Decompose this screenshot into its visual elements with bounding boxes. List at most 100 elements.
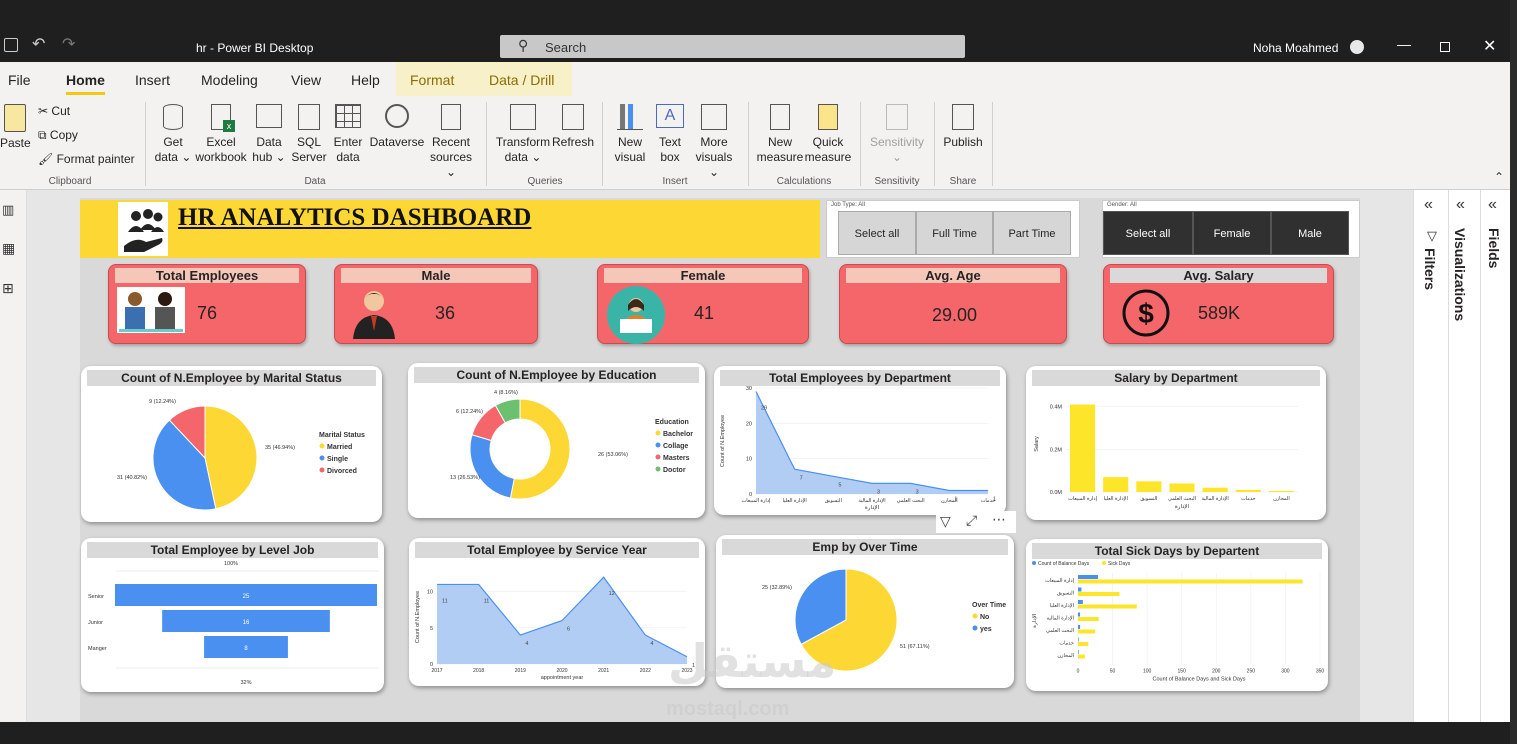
tick-label: 350: [1316, 669, 1325, 675]
card-sick-days[interactable]: Total Sick Days by Departent Count of Ba…: [1026, 539, 1328, 691]
fields-pane-label[interactable]: Fields: [1486, 228, 1502, 268]
group-calculations: Calculations: [776, 176, 832, 187]
user-name[interactable]: Noha Moahmed: [1253, 41, 1338, 55]
recent-icon: [441, 104, 461, 130]
gender-male-button[interactable]: Male: [1271, 211, 1349, 255]
quick-measure-label-1: Quick: [812, 135, 844, 149]
title-bar: ↶ ↷ hr - Power BI Desktop ⚲ Search Noha …: [0, 0, 1517, 62]
axis-label: Salary: [1034, 436, 1040, 452]
tick-label: البحث العلمي: [1168, 496, 1196, 502]
gender-female-button[interactable]: Female: [1193, 211, 1271, 255]
job-part-time-button[interactable]: Part Time: [993, 211, 1071, 255]
card-level[interactable]: Total Employee by Level Job 100% 25 Senior…: [81, 538, 384, 692]
menu-data-drill[interactable]: Data / Drill: [489, 72, 554, 88]
avatar-icon[interactable]: [1350, 40, 1364, 54]
group-clipboard: Clipboard: [48, 176, 92, 187]
tick-label: 200: [1212, 669, 1221, 675]
menu-modeling[interactable]: Modeling: [201, 72, 258, 88]
legend-marker: [1102, 561, 1106, 565]
axis-label: الإدارة: [865, 505, 880, 511]
menu-view[interactable]: View: [291, 72, 321, 88]
sql-server-button[interactable]: SQL Server: [290, 104, 328, 165]
category-label: Senior: [88, 594, 104, 600]
menu-help[interactable]: Help: [351, 72, 380, 88]
pie-slice-collage: [469, 434, 515, 499]
legend-marker: [972, 613, 978, 619]
transform-data-button[interactable]: Transform data ⌄: [494, 104, 552, 165]
kpi-avg-salary[interactable]: Avg. Salary $ 589K: [1103, 264, 1334, 344]
more-options-icon[interactable]: ⋯: [992, 511, 1006, 528]
tick-label: الإدارة العليا: [1104, 496, 1128, 502]
data-label: 25: [243, 594, 250, 600]
get-data-button[interactable]: Get data ⌄: [154, 104, 192, 165]
data-label: 9 (12.24%): [149, 399, 176, 405]
new-measure-button[interactable]: New measure: [756, 104, 804, 165]
tick-label: 50: [1110, 669, 1116, 675]
kpi-female[interactable]: Female 41: [597, 264, 809, 344]
card-education[interactable]: Count of N.Employee by Education 26 (53.…: [408, 363, 705, 518]
visualizations-pane-label[interactable]: Visualizations: [1452, 228, 1468, 321]
card-marital-status[interactable]: Count of N.Employee by Marital Status 35…: [81, 366, 382, 522]
sensitivity-button[interactable]: Sensitivity ⌄: [866, 104, 928, 165]
kpi-male[interactable]: Male 36: [334, 264, 538, 344]
recent-sources-button[interactable]: Recent sources ⌄: [424, 104, 478, 180]
excel-label-1: Excel: [206, 135, 236, 149]
focus-mode-icon[interactable]: ⤢: [966, 512, 977, 529]
model-view-icon[interactable]: ⊞: [2, 280, 14, 297]
funnel-top-label: 100%: [224, 561, 238, 567]
cut-button[interactable]: ✂ Cut: [38, 104, 70, 119]
tick-label: الإدارة العليا: [783, 498, 807, 504]
copy-button[interactable]: ⧉ Copy: [38, 128, 78, 143]
new-measure-label-2: measure: [756, 150, 804, 164]
filters-pane-label[interactable]: Filters: [1422, 248, 1438, 290]
expand-filters-icon[interactable]: «: [1424, 196, 1433, 214]
refresh-button[interactable]: Refresh: [550, 104, 596, 150]
category-label: خدمات: [1059, 641, 1074, 647]
expand-fields-icon[interactable]: «: [1488, 196, 1497, 214]
card-dept[interactable]: Total Employees by Department 0 10 20 30 29 إ…: [714, 366, 1006, 515]
publish-button[interactable]: Publish: [940, 104, 986, 150]
paste-button[interactable]: Paste: [0, 104, 31, 151]
gender-slicer: Gender: All Select all Female Male: [1102, 200, 1360, 258]
enter-data-button[interactable]: Enter data: [332, 104, 364, 165]
data-view-icon[interactable]: ▦: [2, 240, 15, 257]
card-salary-dept[interactable]: Salary by Department 0.0M 0.2M 0.4M إدارة ا…: [1026, 366, 1326, 520]
card-service-year[interactable]: Total Employee by Service Year 0 5 10 11 201…: [409, 538, 705, 686]
kpi-total-employees[interactable]: Total Employees 76: [108, 264, 306, 344]
kpi-avg-age[interactable]: Avg. Age 29.00: [839, 264, 1067, 344]
menu-home[interactable]: Home: [66, 72, 105, 95]
bar-count-of-balance-days: [1078, 637, 1079, 642]
restore-icon[interactable]: [1440, 42, 1450, 52]
undo-icon[interactable]: ↶: [32, 34, 45, 54]
job-full-time-button[interactable]: Full Time: [916, 211, 993, 255]
redo-icon[interactable]: ↷: [62, 34, 75, 54]
more-visuals-button[interactable]: More visuals ⌄: [690, 104, 738, 180]
gender-select-all-button[interactable]: Select all: [1103, 211, 1193, 255]
report-view-icon[interactable]: ▥: [2, 202, 14, 218]
data-label: 25 (32.89%): [762, 585, 792, 591]
collapse-ribbon-icon[interactable]: ⌃: [1494, 170, 1504, 184]
menu-file[interactable]: File: [8, 72, 31, 88]
format-painter-button[interactable]: 🖌 Format painter: [38, 152, 135, 167]
excel-button[interactable]: x Excel workbook: [194, 104, 248, 165]
kpi-salary-value: 589K: [1198, 303, 1241, 323]
bar-count-of-balance-days: [1078, 612, 1081, 617]
save-icon[interactable]: [4, 38, 18, 52]
close-icon[interactable]: ✕: [1483, 36, 1496, 56]
new-visual-button[interactable]: New visual: [612, 104, 648, 165]
text-box-label-2: box: [660, 150, 680, 164]
menu-format[interactable]: Format: [410, 72, 454, 88]
filter-icon[interactable]: ▽: [940, 513, 951, 530]
data-hub-button[interactable]: Data hub ⌄: [251, 104, 287, 165]
text-box-button[interactable]: A Text box: [652, 104, 688, 165]
job-select-all-button[interactable]: Select all: [838, 211, 916, 255]
menu-insert[interactable]: Insert: [135, 72, 170, 88]
dataverse-button[interactable]: Dataverse: [368, 104, 426, 150]
bar: [1070, 404, 1096, 492]
search-box[interactable]: ⚲ Search: [500, 35, 965, 58]
expand-visualizations-icon[interactable]: «: [1456, 196, 1465, 214]
window-chrome: ↶ ↷ hr - Power BI Desktop ⚲ Search Noha …: [0, 30, 1510, 62]
minimize-icon[interactable]: —: [1397, 36, 1411, 52]
quick-measure-button[interactable]: Quick measure: [804, 104, 852, 165]
legend-entry: Sick Days: [1108, 561, 1131, 567]
